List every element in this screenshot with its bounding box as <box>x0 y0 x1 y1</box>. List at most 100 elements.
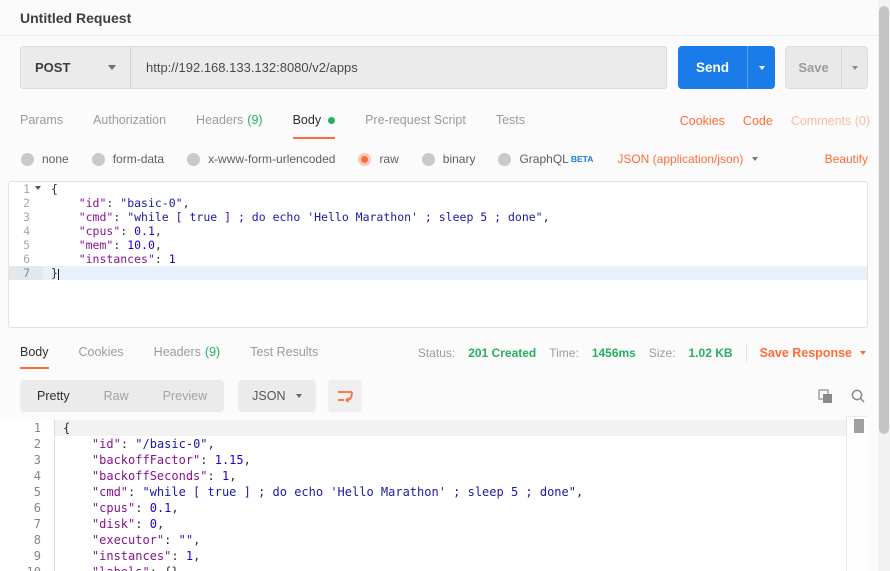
method-select[interactable]: POST <box>21 47 131 88</box>
code-text: "instances": 1, <box>55 548 846 564</box>
radio-graphql[interactable]: GraphQL BETA <box>498 152 593 166</box>
tab-response-cookies-label: Cookies <box>79 345 124 359</box>
code-line[interactable]: 6 "instances": 1 <box>9 252 867 266</box>
radio-none-label: none <box>42 152 69 166</box>
code-text: "cmd": "while [ true ] ; do echo 'Hello … <box>43 210 867 224</box>
chevron-down-icon <box>108 65 116 70</box>
code-line[interactable]: 10 "labels": {}, <box>0 564 846 571</box>
request-url-row: POST http://192.168.133.132:8080/v2/apps… <box>20 46 868 89</box>
tab-response-headers[interactable]: Headers (9) <box>154 336 221 369</box>
radio-icon <box>187 153 200 166</box>
code-line[interactable]: 2 "id": "/basic-0", <box>0 436 846 452</box>
line-number: 2 <box>0 436 55 452</box>
code-line[interactable]: 7 "disk": 0, <box>0 516 846 532</box>
url-input[interactable]: http://192.168.133.132:8080/v2/apps <box>131 47 666 88</box>
page-scrollbar-thumb[interactable] <box>879 6 889 434</box>
save-button[interactable]: Save <box>786 47 841 88</box>
response-format-select[interactable]: JSON <box>238 380 316 412</box>
code-line[interactable]: 3 "backoffFactor": 1.15, <box>0 452 846 468</box>
view-preview-button[interactable]: Preview <box>146 380 224 412</box>
divider <box>746 344 747 362</box>
wrap-lines-button[interactable] <box>328 380 362 412</box>
code-line[interactable]: 1{ <box>0 420 846 436</box>
copy-icon <box>817 388 833 404</box>
size-value: 1.02 KB <box>689 346 733 360</box>
code-line[interactable]: 5 "mem": 10.0, <box>9 238 867 252</box>
save-options-button[interactable] <box>841 47 867 88</box>
code-text: "executor": "", <box>55 532 846 548</box>
line-number: 8 <box>0 532 55 548</box>
radio-binary[interactable]: binary <box>422 152 476 166</box>
code-link[interactable]: Code <box>743 114 773 128</box>
radio-icon <box>21 153 34 166</box>
tab-response-cookies[interactable]: Cookies <box>79 336 124 369</box>
radio-form-data[interactable]: form-data <box>92 152 164 166</box>
radio-raw-label: raw <box>379 152 398 166</box>
response-scrollbar-thumb[interactable] <box>854 419 864 433</box>
send-button[interactable]: Send <box>678 46 747 89</box>
tab-body-label: Body <box>293 113 322 127</box>
radio-form-data-label: form-data <box>113 152 164 166</box>
line-number: 3 <box>0 452 55 468</box>
response-headers-count-badge: (9) <box>205 345 220 359</box>
copy-button[interactable] <box>817 388 833 404</box>
radio-urlencoded[interactable]: x-www-form-urlencoded <box>187 152 335 166</box>
code-line[interactable]: 1{ <box>9 182 867 196</box>
tab-prerequest-script[interactable]: Pre-request Script <box>365 103 466 139</box>
chevron-down-icon <box>759 66 765 70</box>
page-scrollbar[interactable] <box>878 0 890 571</box>
comments-link[interactable]: Comments (0) <box>791 114 870 128</box>
code-line[interactable]: 5 "cmd": "while [ true ] ; do echo 'Hell… <box>0 484 846 500</box>
request-body-editor[interactable]: 1{2 "id": "basic-0",3 "cmd": "while [ tr… <box>8 181 868 328</box>
headers-count-badge: (9) <box>247 113 262 127</box>
radio-none[interactable]: none <box>21 152 69 166</box>
search-button[interactable] <box>850 388 866 404</box>
tab-headers[interactable]: Headers (9) <box>196 103 263 139</box>
wrap-lines-icon <box>337 389 354 404</box>
content-type-select[interactable]: JSON (application/json) <box>617 152 758 166</box>
tab-authorization[interactable]: Authorization <box>93 103 166 139</box>
tab-params-label: Params <box>20 113 63 127</box>
code-text: "cpus": 0.1, <box>43 224 867 238</box>
line-number: 4 <box>9 224 43 238</box>
content-type-value: JSON (application/json) <box>617 152 743 166</box>
radio-urlencoded-label: x-www-form-urlencoded <box>208 152 335 166</box>
cookies-link[interactable]: Cookies <box>680 114 725 128</box>
code-line[interactable]: 2 "id": "basic-0", <box>9 196 867 210</box>
code-line[interactable]: 4 "backoffSeconds": 1, <box>0 468 846 484</box>
code-text: "backoffFactor": 1.15, <box>55 452 846 468</box>
view-raw-button[interactable]: Raw <box>87 380 146 412</box>
tab-params[interactable]: Params <box>20 103 63 139</box>
tab-body[interactable]: Body <box>293 103 336 139</box>
tab-response-body[interactable]: Body <box>20 336 49 369</box>
method-url-group: POST http://192.168.133.132:8080/v2/apps <box>20 46 667 89</box>
code-line[interactable]: 9 "instances": 1, <box>0 548 846 564</box>
line-number: 7 <box>0 516 55 532</box>
beautify-link[interactable]: Beautify <box>825 152 868 166</box>
radio-raw[interactable]: raw <box>358 152 398 166</box>
tab-response-headers-label: Headers <box>154 345 201 359</box>
send-options-button[interactable] <box>747 46 775 89</box>
line-number: 9 <box>0 548 55 564</box>
response-body-viewer[interactable]: 1{2 "id": "/basic-0",3 "backoffFactor": … <box>0 420 846 571</box>
response-tabs: Body Cookies Headers (9) Test Results St… <box>20 336 866 369</box>
tab-headers-label: Headers <box>196 113 243 127</box>
tab-test-results[interactable]: Test Results <box>250 336 318 369</box>
time-label: Time: <box>549 346 579 360</box>
view-mode-segmented: Pretty Raw Preview <box>20 380 224 412</box>
response-meta: Status: 201 Created Time: 1456ms Size: 1… <box>418 336 866 369</box>
response-scrollbar[interactable] <box>846 416 867 571</box>
line-number: 7 <box>9 266 43 280</box>
code-line[interactable]: 4 "cpus": 0.1, <box>9 224 867 238</box>
fold-caret-icon[interactable] <box>35 186 41 190</box>
line-number: 5 <box>0 484 55 500</box>
code-line[interactable]: 3 "cmd": "while [ true ] ; do echo 'Hell… <box>9 210 867 224</box>
view-pretty-button[interactable]: Pretty <box>20 380 87 412</box>
code-line[interactable]: 7} <box>9 266 867 280</box>
tab-tests[interactable]: Tests <box>496 103 525 139</box>
response-tool-icons <box>817 388 866 404</box>
line-number: 3 <box>9 210 43 224</box>
code-line[interactable]: 8 "executor": "", <box>0 532 846 548</box>
save-response-button[interactable]: Save Response <box>760 346 866 360</box>
code-line[interactable]: 6 "cpus": 0.1, <box>0 500 846 516</box>
